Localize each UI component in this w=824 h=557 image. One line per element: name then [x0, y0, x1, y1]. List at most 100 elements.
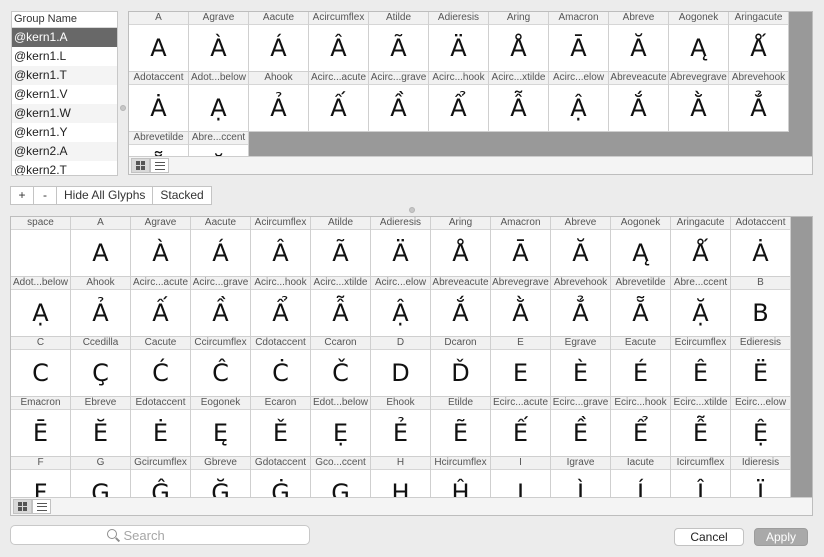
glyph-cell[interactable]: Abreve Ă — [551, 217, 611, 277]
glyph-cell[interactable]: Ccaron Č — [311, 337, 371, 397]
glyph-cell[interactable]: Dcaron Ď — [431, 337, 491, 397]
glyph-cell[interactable]: Ahook Ả — [249, 72, 309, 132]
glyph-cell[interactable]: EE — [491, 337, 551, 397]
glyph-cell[interactable]: Edotaccent Ė — [131, 397, 191, 457]
glyph-cell[interactable]: Ecirc...elow Ệ — [731, 397, 791, 457]
glyph-cell[interactable]: Abrevegrave Ằ — [491, 277, 551, 337]
glyph-cell[interactable]: Acirc...xtilde Ẫ — [489, 72, 549, 132]
glyph-cell[interactable]: Acirc...elow Ậ — [549, 72, 609, 132]
glyph-cell[interactable]: Atilde Ã — [311, 217, 371, 277]
glyph-cell[interactable]: Ccircumflex Ĉ — [191, 337, 251, 397]
glyph-cell[interactable]: Edot...below Ẹ — [311, 397, 371, 457]
glyph-cell[interactable]: Acirc...grave Ầ — [369, 72, 429, 132]
glyph-cell[interactable]: DD — [371, 337, 431, 397]
glyph-cell[interactable]: AA — [71, 217, 131, 277]
glyph-cell[interactable]: Acirc...xtilde Ẫ — [311, 277, 371, 337]
glyph-cell[interactable]: Amacron Ā — [549, 12, 609, 72]
glyph-cell[interactable]: Acirc...hook Ẩ — [251, 277, 311, 337]
glyph-cell[interactable]: Atilde Ã — [369, 12, 429, 72]
glyph-cell[interactable]: Acirc...elow Ậ — [371, 277, 431, 337]
glyph-cell[interactable]: Acircumflex Â — [309, 12, 369, 72]
grid-view-button[interactable] — [13, 499, 32, 514]
group-list-item[interactable]: @kern1.T — [12, 66, 117, 85]
glyph-cell[interactable]: Acirc...grave Ầ — [191, 277, 251, 337]
search-input[interactable] — [123, 527, 214, 543]
glyph-cell[interactable]: Ebreve Ĕ — [71, 397, 131, 457]
cancel-button[interactable]: Cancel — [674, 528, 744, 546]
glyph-cell[interactable]: Adotaccent Ȧ — [129, 72, 189, 132]
grid-view-button[interactable] — [131, 158, 150, 173]
glyph-cell[interactable]: Ecircumflex Ê — [671, 337, 731, 397]
group-list-item[interactable]: @kern1.L — [12, 47, 117, 66]
glyph-cell[interactable]: Aogonek Ą — [669, 12, 729, 72]
horizontal-split-handle[interactable] — [409, 207, 415, 213]
group-list-item[interactable]: @kern1.A — [12, 28, 117, 47]
glyph-cell[interactable]: Abrevetilde Ẵ — [611, 277, 671, 337]
glyph-cell[interactable]: Adot...below Ạ — [11, 277, 71, 337]
add-group-button[interactable]: + — [10, 186, 34, 205]
group-list-item[interactable]: @kern1.V — [12, 85, 117, 104]
group-list-item[interactable]: @kern1.W — [12, 104, 117, 123]
glyph-cell[interactable]: Eacute É — [611, 337, 671, 397]
hide-all-glyphs-button[interactable]: Hide All Glyphs — [56, 186, 154, 205]
glyph-cell[interactable]: Ccedilla Ç — [71, 337, 131, 397]
apply-button[interactable]: Apply — [754, 528, 808, 546]
glyph-cell[interactable]: Acirc...acute Ấ — [309, 72, 369, 132]
glyph-cell[interactable]: Agrave À — [131, 217, 191, 277]
glyph-cell[interactable]: space — [11, 217, 71, 277]
list-view-button[interactable] — [150, 158, 169, 173]
group-list-item[interactable]: @kern1.Y — [12, 123, 117, 142]
group-list-item[interactable]: @kern2.T — [12, 161, 117, 175]
glyph-cell[interactable]: Aringacute Ǻ — [729, 12, 789, 72]
glyph-cell[interactable]: Emacron Ē — [11, 397, 71, 457]
glyph-cell[interactable]: BB — [731, 277, 791, 337]
glyph-cell[interactable]: CC — [11, 337, 71, 397]
glyph-cell[interactable]: Adieresis Ä — [429, 12, 489, 72]
glyph-cell[interactable]: Cdotaccent Ċ — [251, 337, 311, 397]
group-toolbar: + - Hide All Glyphs Stacked — [10, 186, 212, 205]
glyph-cell[interactable]: Abrevehook Ẳ — [729, 72, 789, 132]
list-view-button[interactable] — [32, 499, 51, 514]
group-name-header[interactable]: Group Name — [12, 12, 117, 28]
glyph-cell[interactable]: Amacron Ā — [491, 217, 551, 277]
glyph-cell[interactable]: Abre...ccent Ặ — [671, 277, 731, 337]
glyph-cell[interactable]: Ecirc...grave Ề — [551, 397, 611, 457]
stacked-button[interactable]: Stacked — [152, 186, 212, 205]
glyph-cell[interactable]: Etilde Ẽ — [431, 397, 491, 457]
glyph-cell[interactable]: Adot...below Ạ — [189, 72, 249, 132]
glyph-cell[interactable]: Aring Å — [431, 217, 491, 277]
glyph-cell[interactable]: Acirc...acute Ấ — [131, 277, 191, 337]
glyph-cell[interactable]: Ehook Ẻ — [371, 397, 431, 457]
glyph-cell[interactable]: Cacute Ć — [131, 337, 191, 397]
group-list-item[interactable]: @kern2.A — [12, 142, 117, 161]
glyph-cell[interactable]: Abrevehook Ẳ — [551, 277, 611, 337]
glyph-cell[interactable]: Aogonek Ą — [611, 217, 671, 277]
glyph-cell[interactable]: Abreve Ă — [609, 12, 669, 72]
group-list[interactable]: Group Name @kern1.A @kern1.L @kern1.T @kern… — [11, 11, 118, 176]
glyph-cell[interactable]: Egrave È — [551, 337, 611, 397]
search-field[interactable] — [10, 525, 310, 545]
glyph-cell[interactable]: Aringacute Ǻ — [671, 217, 731, 277]
glyph-preview: Ě — [272, 419, 289, 447]
glyph-cell[interactable]: Ecirc...xtilde Ễ — [671, 397, 731, 457]
glyph-cell[interactable]: Edieresis Ë — [731, 337, 791, 397]
glyph-cell[interactable]: Ahook Ả — [71, 277, 131, 337]
glyph-cell[interactable]: Eogonek Ę — [191, 397, 251, 457]
glyph-cell[interactable]: AA — [129, 12, 189, 72]
glyph-cell[interactable]: Aring Å — [489, 12, 549, 72]
glyph-cell[interactable]: Agrave À — [189, 12, 249, 72]
glyph-cell[interactable]: Aacute Á — [249, 12, 309, 72]
glyph-cell[interactable]: Acirc...hook Ẩ — [429, 72, 489, 132]
glyph-cell[interactable]: Acircumflex Â — [251, 217, 311, 277]
glyph-cell[interactable]: Abrevegrave Ằ — [669, 72, 729, 132]
glyph-cell[interactable]: Ecaron Ě — [251, 397, 311, 457]
vertical-split-handle[interactable] — [120, 105, 126, 111]
glyph-cell[interactable]: Adotaccent Ȧ — [731, 217, 791, 277]
glyph-cell[interactable]: Abreveacute Ắ — [609, 72, 669, 132]
glyph-cell[interactable]: Abreveacute Ắ — [431, 277, 491, 337]
glyph-cell[interactable]: Ecirc...acute Ế — [491, 397, 551, 457]
remove-group-button[interactable]: - — [33, 186, 57, 205]
glyph-cell[interactable]: Aacute Á — [191, 217, 251, 277]
glyph-cell[interactable]: Adieresis Ä — [371, 217, 431, 277]
glyph-cell[interactable]: Ecirc...hook Ể — [611, 397, 671, 457]
